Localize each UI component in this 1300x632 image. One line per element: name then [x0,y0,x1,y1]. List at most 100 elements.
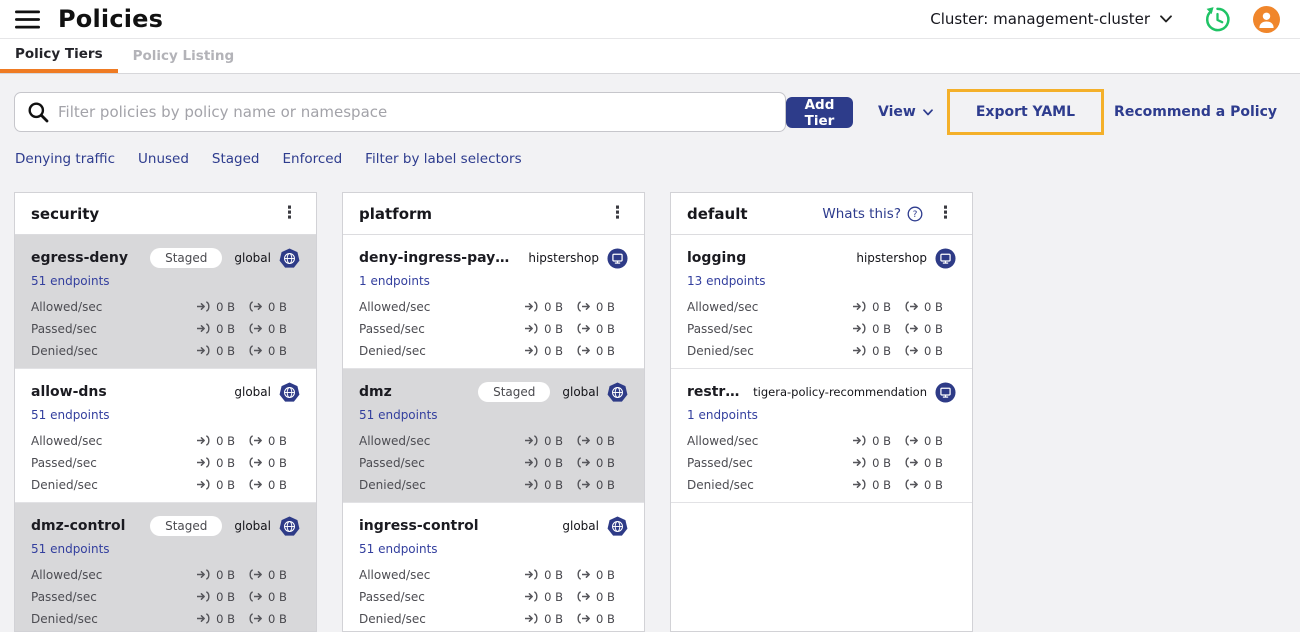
metric-row: Allowed/sec 0 B 0 B [359,432,628,449]
ingress-metric: 0 B [196,300,235,314]
search-input[interactable] [58,103,773,121]
whats-this-link[interactable]: Whats this? ? [822,206,923,222]
egress-icon [904,323,919,334]
endpoints-link[interactable]: 51 endpoints [31,274,300,293]
namespace-icon [607,247,628,269]
tier-header: platform ⋮ [343,193,644,235]
endpoints-link[interactable]: 13 endpoints [687,274,956,293]
export-yaml-highlight-box: Export YAML [946,89,1105,135]
ingress-value: 0 B [872,433,891,448]
policy-card[interactable]: restricted tigera-policy-recommendation … [671,369,972,503]
metric-label: Denied/sec [31,611,98,626]
egress-value: 0 B [924,321,943,336]
globe-icon [607,515,628,537]
kebab-menu-icon[interactable]: ⋮ [607,203,628,224]
policy-scope: global [562,385,599,399]
ingress-metric: 0 B [524,344,563,358]
metric-row: Denied/sec 0 B 0 B [687,342,956,359]
search-box[interactable] [14,92,786,132]
policy-scope: tigera-policy-recommendation [753,385,927,399]
endpoints-link[interactable]: 51 endpoints [359,408,628,427]
policy-name[interactable]: logging [687,250,746,266]
filter-denying-traffic[interactable]: Denying traffic [15,151,115,167]
metric-label: Denied/sec [31,477,98,492]
filter-staged[interactable]: Staged [212,151,260,167]
endpoints-link[interactable]: 51 endpoints [359,542,628,561]
metric-label: Denied/sec [687,477,754,492]
tab-policy-tiers-label: Policy Tiers [15,46,103,62]
view-button[interactable]: View [878,104,933,120]
ingress-value: 0 B [544,455,563,470]
egress-icon [576,569,591,580]
metric-row: Passed/sec 0 B 0 B [359,320,628,337]
endpoints-link[interactable]: 51 endpoints [31,542,300,561]
egress-icon [904,301,919,312]
endpoints-link[interactable]: 51 endpoints [31,408,300,427]
egress-metric: 0 B [576,434,628,448]
egress-metric: 0 B [576,612,628,626]
policy-name[interactable]: ingress-control [359,518,479,534]
egress-metric: 0 B [576,300,628,314]
policy-card[interactable]: egress-deny Staged global 51 endpoints A… [15,235,316,369]
ingress-value: 0 B [872,343,891,358]
globe-icon [279,381,300,403]
egress-value: 0 B [268,321,287,336]
metric-row: Allowed/sec 0 B 0 B [359,566,628,583]
filter-unused[interactable]: Unused [138,151,189,167]
metric-row: Denied/sec 0 B 0 B [687,476,956,493]
egress-value: 0 B [924,477,943,492]
endpoints-link[interactable]: 1 endpoints [687,408,956,427]
policy-name[interactable]: allow-dns [31,384,107,400]
kebab-menu-icon[interactable]: ⋮ [279,203,300,224]
ingress-value: 0 B [216,343,235,358]
recommend-policy-button[interactable]: Recommend a Policy [1114,104,1277,120]
ingress-metric: 0 B [524,456,563,470]
tab-policy-listing[interactable]: Policy Listing [118,39,250,73]
ingress-metric: 0 B [196,322,235,336]
search-icon [28,102,49,123]
policy-name[interactable]: egress-deny [31,250,128,266]
policy-name[interactable]: dmz-control [31,518,125,534]
tier-name: default [687,204,748,223]
ingress-value: 0 B [544,477,563,492]
metric-label: Allowed/sec [687,433,759,448]
egress-metric: 0 B [576,478,628,492]
tier-platform: platform ⋮ deny-ingress-paymentservice h… [342,192,645,632]
hamburger-menu-icon[interactable] [15,9,41,29]
cluster-selector[interactable]: Cluster: management-cluster [930,10,1172,28]
policy-card[interactable]: dmz-control Staged global 51 endpoints A… [15,503,316,631]
page-title: Policies [58,5,164,33]
policy-card[interactable]: logging hipstershop 13 endpoints Allowed… [671,235,972,369]
policy-card[interactable]: deny-ingress-paymentservice hipstershop … [343,235,644,369]
filter-enforced[interactable]: Enforced [283,151,343,167]
user-avatar[interactable] [1253,5,1280,33]
egress-icon [248,569,263,580]
endpoints-link[interactable]: 1 endpoints [359,274,628,293]
policy-name[interactable]: dmz [359,384,392,400]
egress-icon [248,591,263,602]
ingress-icon [524,457,539,468]
policy-card[interactable]: dmz Staged global 51 endpoints Allowed/s… [343,369,644,503]
add-tier-button[interactable]: Add Tier [785,96,854,129]
ingress-icon [196,613,211,624]
toolbar: Add Tier View Export YAML Recommend a Po… [14,89,1277,135]
metric-row: Passed/sec 0 B 0 B [31,588,300,605]
ingress-icon [852,345,867,356]
egress-value: 0 B [596,455,615,470]
ingress-icon [524,301,539,312]
history-icon[interactable] [1204,6,1231,33]
egress-value: 0 B [268,589,287,604]
tab-policy-tiers[interactable]: Policy Tiers [0,39,118,73]
policy-card[interactable]: allow-dns global 51 endpoints Allowed/se… [15,369,316,503]
ingress-value: 0 B [544,321,563,336]
ingress-metric: 0 B [524,568,563,582]
filter-by-label-selectors[interactable]: Filter by label selectors [365,151,521,167]
policy-card[interactable]: ingress-control global 51 endpoints Allo… [343,503,644,631]
kebab-menu-icon[interactable]: ⋮ [935,203,956,224]
policy-name[interactable]: restricted [687,384,741,400]
metric-label: Denied/sec [359,611,426,626]
metric-label: Allowed/sec [359,299,431,314]
ingress-metric: 0 B [524,434,563,448]
export-yaml-button[interactable]: Export YAML [976,104,1075,120]
policy-name[interactable]: deny-ingress-paymentservice [359,250,516,266]
